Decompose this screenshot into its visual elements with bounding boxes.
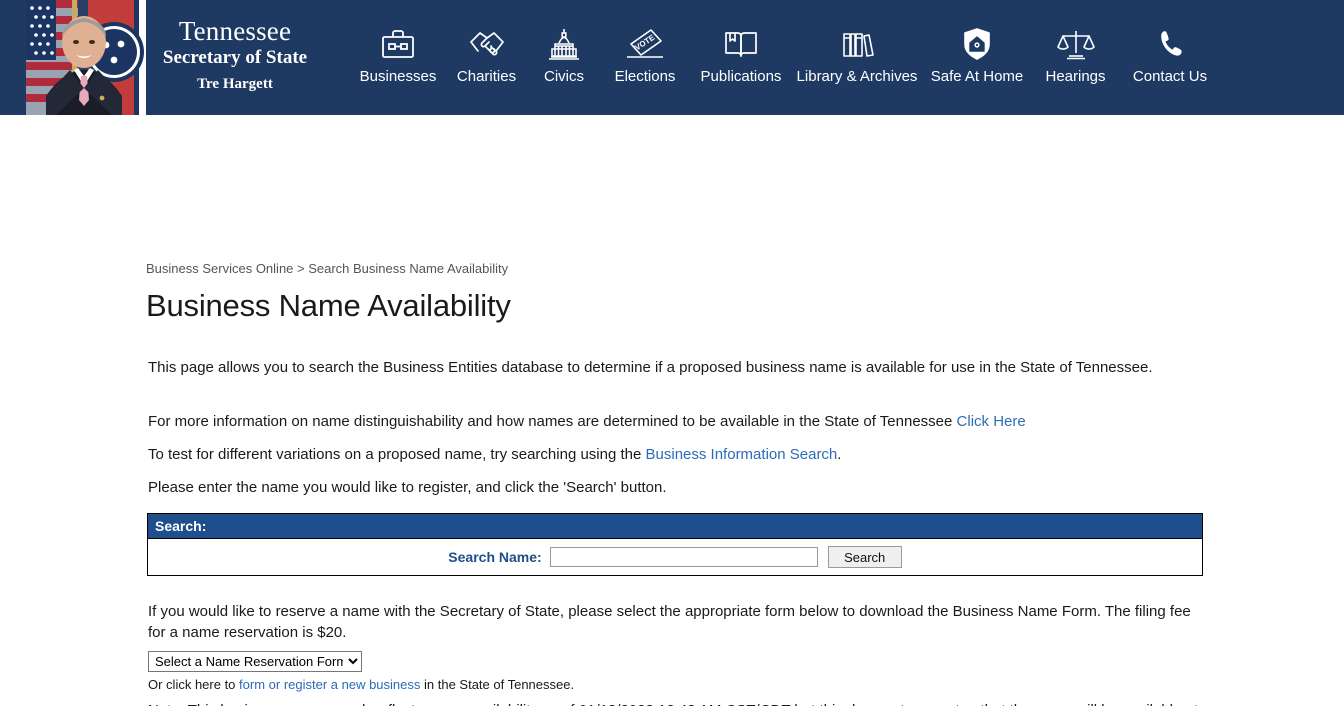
shield-home-icon	[958, 22, 996, 66]
vote-ballot-icon: VOTE	[623, 22, 667, 66]
open-book-icon	[721, 22, 761, 66]
search-panel: Search: Search Name: Search	[147, 513, 1203, 576]
register-business-line: Or click here to form or register a new …	[148, 677, 574, 692]
breadcrumb[interactable]: Business Services Online > Search Busine…	[146, 261, 508, 276]
register-line-after: in the State of Tennessee.	[420, 677, 575, 692]
availability-note: Note: This business name search reflects…	[148, 700, 1200, 706]
intro-paragraph: This page allows you to search the Busin…	[148, 359, 1153, 376]
search-panel-title: Search:	[148, 514, 1202, 539]
phone-icon	[1152, 22, 1188, 66]
svg-text:VOTE: VOTE	[633, 33, 657, 53]
nav-item-safe-at-home[interactable]: Safe At Home	[923, 0, 1031, 115]
distinguishability-paragraph: For more information on name distinguish…	[148, 411, 1208, 432]
click-here-link[interactable]: Click Here	[957, 413, 1026, 430]
search-panel-body: Search Name: Search	[148, 539, 1202, 575]
briefcase-icon	[379, 22, 417, 66]
brand-line-office: Secretary of State	[162, 47, 308, 69]
brand-line-officeholder: Tre Hargett	[197, 75, 273, 92]
variations-text-end: .	[837, 446, 842, 463]
nav-label-contact-us: Contact Us	[1132, 68, 1208, 85]
name-reservation-form-select[interactable]: Select a Name Reservation Form	[148, 651, 362, 672]
nav-label-charities: Charities	[456, 68, 517, 85]
nav-label-elections: Elections	[614, 68, 676, 85]
nav-item-charities[interactable]: Charities	[444, 0, 529, 115]
nav-item-elections[interactable]: VOTE Elections	[599, 0, 691, 115]
site-brand[interactable]: Tennessee Secretary of State Tre Hargett	[150, 16, 320, 92]
register-line-before: Or click here to	[148, 677, 240, 692]
nav-item-contact-us[interactable]: Contact Us	[1120, 0, 1220, 115]
nav-item-publications[interactable]: Publications	[691, 0, 791, 115]
nav-label-businesses: Businesses	[359, 68, 437, 85]
books-icon	[837, 22, 877, 66]
scales-of-justice-icon	[1056, 22, 1096, 66]
search-name-label: Search Name:	[448, 549, 542, 565]
business-information-search-link[interactable]: Business Information Search	[646, 446, 838, 463]
secretary-portrait-image	[26, 0, 146, 115]
nav-label-library-archives: Library & Archives	[796, 68, 918, 85]
brand-line-state: Tennessee	[178, 16, 292, 46]
search-button[interactable]: Search	[827, 546, 902, 568]
nav-label-civics: Civics	[544, 68, 584, 85]
nav-item-library-archives[interactable]: Library & Archives	[791, 0, 923, 115]
nav-item-businesses[interactable]: Businesses	[352, 0, 444, 115]
nav-label-publications: Publications	[700, 68, 782, 85]
search-name-input[interactable]	[549, 547, 818, 567]
variations-paragraph: To test for different variations on a pr…	[148, 444, 1208, 465]
variations-text: To test for different variations on a pr…	[148, 446, 646, 463]
instruction-paragraph: Please enter the name you would like to …	[148, 479, 667, 496]
nav-label-hearings: Hearings	[1045, 68, 1106, 85]
nav-item-hearings[interactable]: Hearings	[1031, 0, 1120, 115]
main-navigation: Businesses Charities Civics VOTE Electio…	[352, 0, 1344, 115]
capitol-building-icon	[545, 22, 583, 66]
form-or-register-new-business-link[interactable]: form or register a new business	[239, 677, 420, 692]
distinguishability-text: For more information on name distinguish…	[148, 413, 957, 430]
site-header: Tennessee Secretary of State Tre Hargett…	[0, 0, 1344, 115]
handshake-icon	[467, 22, 507, 66]
nav-label-safe-at-home: Safe At Home	[930, 68, 1024, 85]
nav-item-civics[interactable]: Civics	[529, 0, 599, 115]
page-title: Business Name Availability	[146, 288, 511, 323]
name-reservation-paragraph: If you would like to reserve a name with…	[148, 603, 1191, 642]
